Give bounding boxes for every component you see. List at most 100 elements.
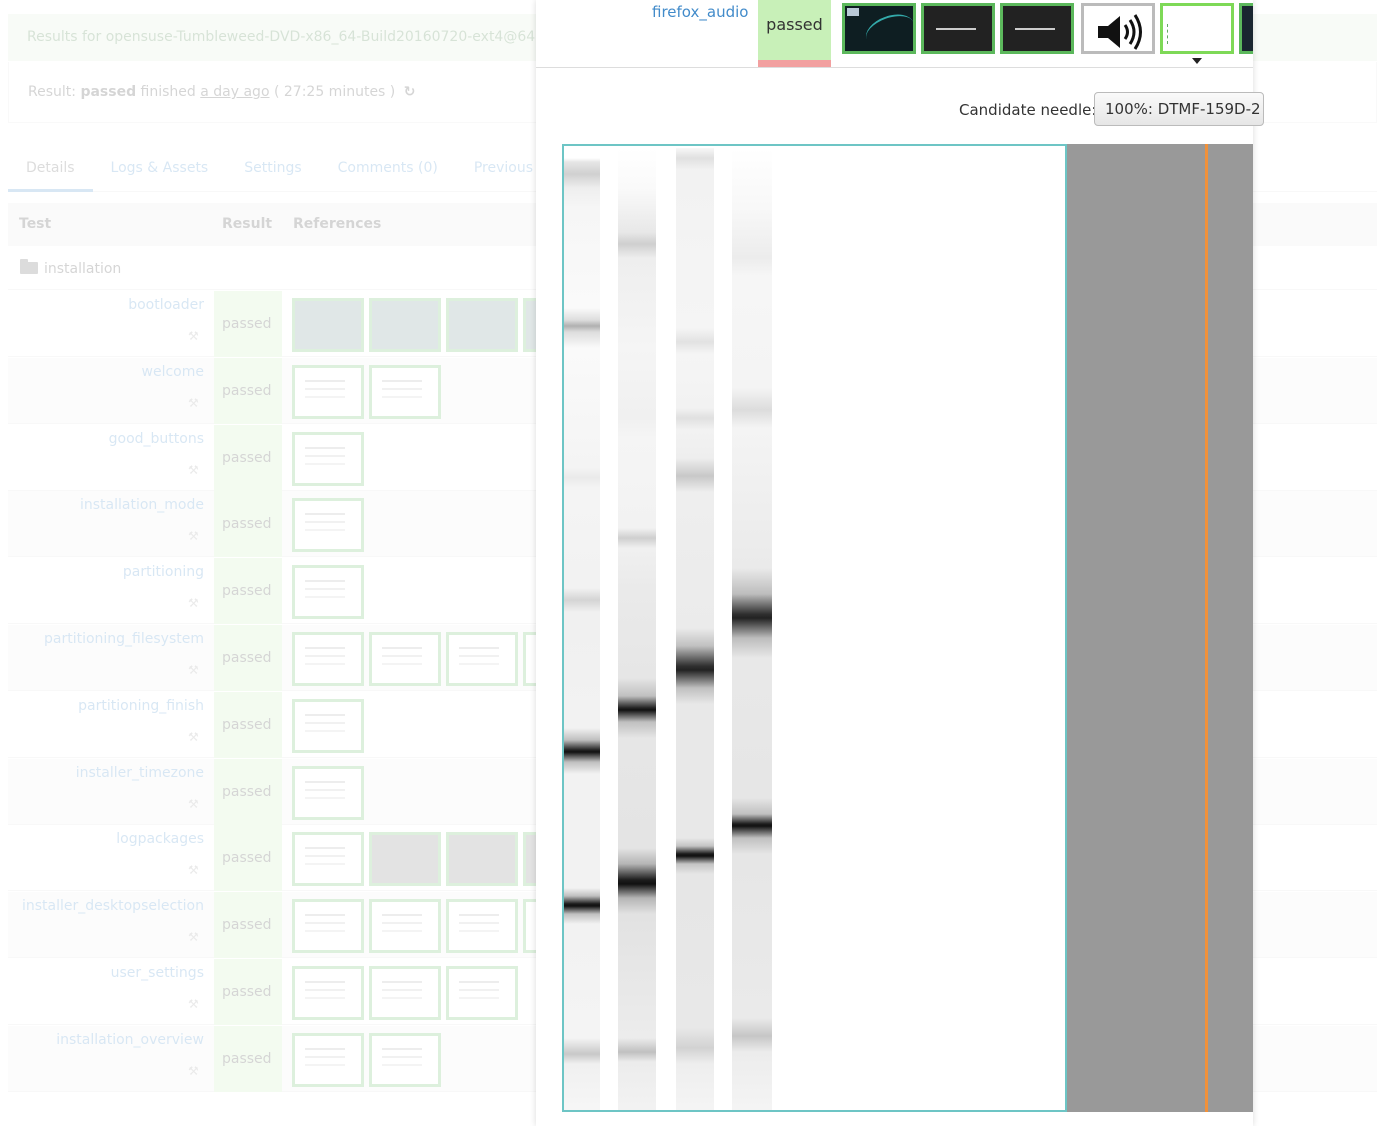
test-name-link[interactable]: partitioning xyxy=(8,564,204,580)
screenshot-thumb-1[interactable] xyxy=(842,3,916,54)
reference-thumb[interactable] xyxy=(292,699,364,753)
speaker-icon xyxy=(1098,14,1142,50)
test-name-link[interactable]: good_buttons xyxy=(8,431,204,447)
panel-test-name[interactable]: firefox_audio xyxy=(652,3,748,21)
reference-thumb[interactable] xyxy=(369,966,441,1020)
audio-thumb[interactable] xyxy=(1081,3,1155,54)
spectrogram-lane-4 xyxy=(732,148,772,1110)
wrench-icon[interactable]: ⚒ xyxy=(188,930,202,944)
reference-thumb[interactable] xyxy=(446,632,518,686)
spectrogram-image xyxy=(562,144,1067,1112)
spectrogram-thumb-selected[interactable] xyxy=(1160,3,1234,54)
reference-thumb[interactable] xyxy=(446,832,518,886)
group-label: installation xyxy=(44,261,122,277)
candidate-needle-label: Candidate needle: xyxy=(959,101,1097,119)
reference-thumb[interactable] xyxy=(369,365,441,419)
reference-thumb[interactable] xyxy=(292,365,364,419)
reference-thumbs xyxy=(292,565,369,623)
screenshot-thumb-2[interactable] xyxy=(921,3,995,54)
reference-thumbs xyxy=(292,365,446,423)
test-status: passed xyxy=(214,959,282,1025)
test-name-link[interactable]: partitioning_filesystem xyxy=(8,631,204,647)
reference-thumb[interactable] xyxy=(292,432,364,486)
panel-status-badge: passed xyxy=(758,0,831,62)
test-name-link[interactable]: installer_desktopselection xyxy=(8,898,204,914)
test-status: passed xyxy=(214,692,282,758)
wrench-icon[interactable]: ⚒ xyxy=(188,797,202,811)
refresh-icon[interactable]: ↻ xyxy=(404,62,416,122)
reference-thumb[interactable] xyxy=(292,498,364,552)
test-name-link[interactable]: user_settings xyxy=(8,965,204,981)
reference-thumb[interactable] xyxy=(292,899,364,953)
test-status: passed xyxy=(214,491,282,557)
needle-viewer-panel: firefox_audio passed Candidate needle: 1… xyxy=(536,0,1264,1126)
wrench-icon[interactable]: ⚒ xyxy=(188,1064,202,1078)
folder-open-icon xyxy=(20,259,38,274)
reference-thumbs xyxy=(292,1033,446,1091)
tab-comments[interactable]: Comments (0) xyxy=(320,146,456,192)
wrench-icon[interactable]: ⚒ xyxy=(188,463,202,477)
test-name-link[interactable]: installation_mode xyxy=(8,497,204,513)
reference-thumb[interactable] xyxy=(369,632,441,686)
screenshot-thumb-3[interactable] xyxy=(1000,3,1074,54)
header-result: Result xyxy=(222,216,273,232)
screenshot-strip: firefox_audio passed xyxy=(536,0,1253,68)
reference-thumb[interactable] xyxy=(446,966,518,1020)
wrench-icon[interactable]: ⚒ xyxy=(188,529,202,543)
test-name-link[interactable]: bootloader xyxy=(8,297,204,313)
test-name-link[interactable]: installation_overview xyxy=(8,1032,204,1048)
test-name-link[interactable]: installer_timezone xyxy=(8,765,204,781)
reference-thumb[interactable] xyxy=(446,899,518,953)
test-status: passed xyxy=(214,625,282,691)
reference-thumb[interactable] xyxy=(292,766,364,820)
spectrogram-lane-2 xyxy=(618,148,656,1110)
result-ago-link[interactable]: a day ago xyxy=(200,84,269,100)
reference-thumb[interactable] xyxy=(369,298,441,352)
reference-thumb[interactable] xyxy=(369,899,441,953)
reference-thumb[interactable] xyxy=(369,1033,441,1087)
needle-canvas[interactable] xyxy=(562,144,1253,1112)
test-name-link[interactable]: partitioning_finish xyxy=(8,698,204,714)
tab-details[interactable]: Details xyxy=(8,146,93,192)
screenshot-thumb-next[interactable] xyxy=(1239,3,1253,54)
wrench-icon[interactable]: ⚒ xyxy=(188,329,202,343)
test-name-link[interactable]: logpackages xyxy=(8,831,204,847)
test-status: passed xyxy=(214,425,282,491)
header-test: Test xyxy=(19,216,52,232)
reference-thumbs xyxy=(292,432,369,490)
test-name-link[interactable]: welcome xyxy=(8,364,204,380)
reference-thumbs xyxy=(292,699,369,757)
reference-thumbs xyxy=(292,498,369,556)
candidate-needle-select[interactable]: 100%: DTMF-159D-2 xyxy=(1094,92,1264,126)
result-finished: finished xyxy=(140,84,196,100)
reference-thumb[interactable] xyxy=(446,298,518,352)
wrench-icon[interactable]: ⚒ xyxy=(188,663,202,677)
selection-mark xyxy=(1167,24,1177,44)
reference-thumbs xyxy=(292,966,523,1024)
test-status: passed xyxy=(214,291,282,357)
header-references: References xyxy=(293,216,382,232)
reference-thumbs xyxy=(292,766,369,824)
wrench-icon[interactable]: ⚒ xyxy=(188,863,202,877)
wrench-icon[interactable]: ⚒ xyxy=(188,596,202,610)
reference-thumb[interactable] xyxy=(369,832,441,886)
result-state: passed xyxy=(80,84,137,100)
test-status: passed xyxy=(214,759,282,825)
reference-thumb[interactable] xyxy=(292,1033,364,1087)
panel-status-bar xyxy=(758,60,831,67)
wrench-icon[interactable]: ⚒ xyxy=(188,730,202,744)
wrench-icon[interactable]: ⚒ xyxy=(188,396,202,410)
reference-thumb[interactable] xyxy=(292,298,364,352)
wrench-icon[interactable]: ⚒ xyxy=(188,997,202,1011)
audio-position-marker xyxy=(1205,144,1208,1112)
reference-thumb[interactable] xyxy=(292,565,364,619)
reference-thumb[interactable] xyxy=(292,632,364,686)
tab-logs-assets[interactable]: Logs & Assets xyxy=(93,146,227,192)
reference-thumb[interactable] xyxy=(292,832,364,886)
test-status: passed xyxy=(214,358,282,424)
result-prefix: Result: xyxy=(28,84,76,100)
spectrogram-lane-1 xyxy=(564,148,600,1110)
tab-settings[interactable]: Settings xyxy=(226,146,319,192)
test-status: passed xyxy=(214,825,282,891)
reference-thumb[interactable] xyxy=(292,966,364,1020)
